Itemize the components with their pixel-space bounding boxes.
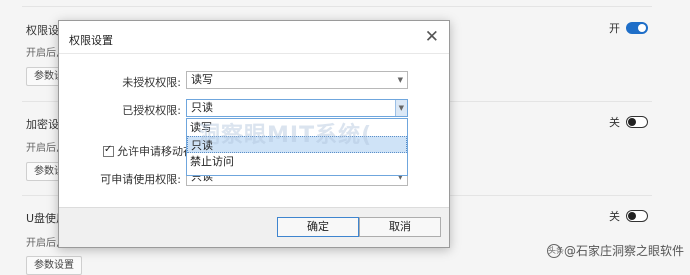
params-button-encryption[interactable]: 参数设置: [26, 162, 62, 181]
toggle-encryption[interactable]: 关: [609, 114, 648, 130]
authorized-permission-select[interactable]: 只读 ▼: [186, 99, 408, 117]
applicable-permission-label: 可申请使用权限:: [100, 173, 181, 186]
ok-button[interactable]: 确定: [277, 217, 359, 237]
section-divider: [22, 6, 652, 7]
toggle-switch-on[interactable]: [626, 22, 648, 34]
toggle-switch-off[interactable]: [626, 210, 648, 222]
params-button-usb[interactable]: 参数设置: [26, 256, 82, 275]
footer-watermark: 头条 @石家庄洞察之眼软件: [546, 242, 684, 259]
dropdown-button[interactable]: ▼: [395, 100, 407, 116]
select-value: 读写: [191, 73, 213, 86]
authorized-permission-label: 已授权权限:: [122, 104, 181, 117]
params-button-permissions[interactable]: 参数设置: [26, 67, 62, 86]
dropdown-option-no-access[interactable]: 禁止访问: [187, 153, 407, 170]
watermark-logo-icon: 头条: [546, 243, 564, 258]
dialog-header-divider: [59, 53, 449, 54]
select-value: 只读: [191, 101, 213, 114]
chevron-down-icon: ▼: [397, 76, 403, 84]
chevron-down-icon: ▼: [398, 104, 404, 112]
section-description: 开启后,: [26, 48, 60, 59]
section-description: 开启后,: [26, 238, 60, 249]
dialog-title: 权限设置: [69, 34, 113, 47]
toggle-permissions[interactable]: 开: [609, 20, 648, 36]
permission-settings-dialog: 权限设置 ✕ 未授权权限: 读写 ▼ 已授权权限: 只读 ▼ 读写 只读 禁止访…: [58, 20, 450, 248]
toggle-usb[interactable]: 关: [609, 208, 648, 224]
toggle-label: 关: [609, 116, 620, 129]
dropdown-option-read-only[interactable]: 只读: [187, 136, 407, 153]
unauthorized-permission-select[interactable]: 读写 ▼: [186, 71, 408, 89]
toggle-switch-off[interactable]: [626, 116, 648, 128]
dropdown-option-read-write[interactable]: 读写: [187, 119, 407, 136]
cancel-button[interactable]: 取消: [359, 217, 441, 237]
authorized-permission-dropdown: 读写 只读 禁止访问: [186, 118, 408, 176]
unauthorized-permission-label: 未授权权限:: [122, 76, 181, 89]
footer-watermark-text: @石家庄洞察之眼软件: [563, 244, 684, 258]
toggle-label: 开: [609, 22, 620, 35]
toggle-label: 关: [609, 210, 620, 223]
close-icon[interactable]: ✕: [425, 27, 439, 47]
allow-mobile-storage-checkbox[interactable]: [103, 144, 114, 157]
section-description: 开启后,: [26, 143, 60, 154]
